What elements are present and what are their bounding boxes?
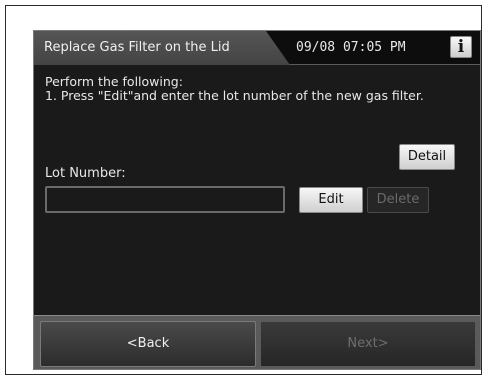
instruction-message: Perform the following: 1. Press "Edit"an… <box>45 75 470 103</box>
detail-button[interactable]: Detail <box>399 144 455 170</box>
next-button: Next> <box>260 321 476 367</box>
lot-number-label: Lot Number: <box>45 166 126 181</box>
delete-button: Delete <box>367 187 429 213</box>
screen-title: Replace Gas Filter on the Lid <box>44 40 230 55</box>
device-frame: Replace Gas Filter on the Lid 09/08 07:0… <box>5 5 482 375</box>
header-bar: Replace Gas Filter on the Lid 09/08 07:0… <box>34 31 480 65</box>
edit-button[interactable]: Edit <box>299 187 363 213</box>
info-icon[interactable]: i <box>450 36 472 58</box>
lot-number-field[interactable] <box>45 186 285 213</box>
instruction-line-2: 1. Press "Edit"and enter the lot number … <box>45 88 424 103</box>
date-time: 09/08 07:05 PM <box>296 40 406 55</box>
touch-screen: Replace Gas Filter on the Lid 09/08 07:0… <box>33 30 481 370</box>
footer-bar: <Back Next> <box>34 315 480 369</box>
back-button[interactable]: <Back <box>40 321 256 367</box>
instruction-line-1: Perform the following: <box>45 74 183 89</box>
